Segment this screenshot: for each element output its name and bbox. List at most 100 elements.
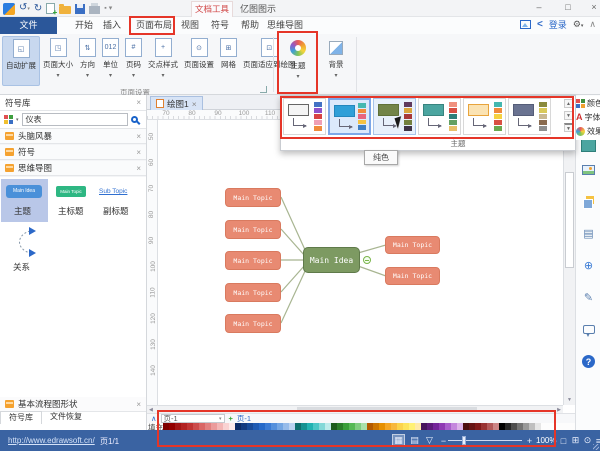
symbol-main-idea[interactable]: Main Idea	[6, 185, 42, 198]
mindmap-topic-node[interactable]: Main Topic	[225, 251, 281, 270]
close-icon[interactable]: ×	[136, 397, 141, 412]
theme-button[interactable]: 主题 ▾	[280, 36, 316, 94]
tab-符号[interactable]: 符号	[211, 17, 229, 34]
theme-thumbnail-4[interactable]	[418, 98, 461, 135]
close-button[interactable]: ×	[586, 0, 600, 15]
normal-view-icon[interactable]: ▦	[392, 434, 405, 447]
chevron-down-icon[interactable]: ▾	[16, 117, 19, 123]
filter-view-icon[interactable]: ▽	[423, 434, 436, 447]
undo-icon[interactable]: ↺▾	[19, 1, 30, 16]
close-icon[interactable]: ×	[136, 161, 141, 176]
minimize-button[interactable]: –	[531, 0, 547, 15]
tab-帮助[interactable]: 帮助	[241, 17, 259, 34]
vertical-scrollbar[interactable]: ▲ ▼	[563, 110, 575, 405]
scrollbar-thumb[interactable]	[297, 407, 477, 412]
close-icon[interactable]: ×	[136, 145, 141, 160]
mindmap-center-node[interactable]: Main Idea	[303, 247, 360, 273]
save-icon[interactable]	[75, 3, 86, 14]
tab-file[interactable]: 文件	[0, 17, 57, 34]
theme-thumbnail-3[interactable]	[373, 98, 416, 135]
ribbon-button-单位[interactable]: 012 单位 ▾	[99, 36, 122, 86]
symbol-main-topic[interactable]: Main Topic	[56, 186, 86, 197]
drawing-canvas[interactable]: Main Idea Main Topic Main Topic Main Topic…	[158, 120, 563, 405]
mindmap-topic-node[interactable]: Main Topic	[225, 314, 281, 333]
tab-file-recovery[interactable]: 文件恢复	[42, 411, 90, 424]
theme-thumbnail-1[interactable]	[283, 98, 326, 135]
horizontal-scrollbar[interactable]: ◀ ▶	[147, 405, 563, 413]
collapse-branch-icon[interactable]	[363, 256, 371, 264]
insert-picture-icon[interactable]	[580, 161, 597, 178]
zoom-slider-thumb[interactable]	[462, 436, 466, 445]
ribbon-button-交点样式[interactable]: + 交点样式 ▾	[145, 36, 181, 86]
gallery-down-icon[interactable]: ▼	[563, 111, 574, 120]
print-icon[interactable]	[89, 2, 101, 14]
globe-icon[interactable]: ⊕	[580, 257, 597, 274]
theme-thumbnail-6[interactable]	[508, 98, 551, 135]
edit-note-icon[interactable]: ✎	[580, 289, 597, 306]
library-grid-icon[interactable]	[4, 115, 13, 124]
symbol-sub-topic[interactable]: Sub Topic	[99, 188, 127, 195]
section-basic-flowchart[interactable]: 基本流程图形状 ×	[0, 397, 146, 412]
login-link[interactable]: 登录	[549, 18, 567, 31]
background-button[interactable]: 背景 ▾	[318, 36, 354, 94]
mindmap-topic-node[interactable]: Main Topic	[225, 220, 281, 239]
chevron-down-icon: ▾	[218, 416, 222, 422]
section-mindmap[interactable]: 思维导图 ×	[0, 161, 146, 176]
ribbon-button-页面大小[interactable]: ◳ 页面大小 ▾	[40, 36, 76, 86]
ribbon-button-页面设置[interactable]: ⊙ 页面设置	[181, 36, 217, 86]
page-selector[interactable]: 页-1 ▾	[160, 414, 225, 423]
colors-option[interactable]: 颜色▾	[576, 96, 600, 110]
layers-icon[interactable]	[580, 193, 597, 210]
search-icon[interactable]	[131, 116, 138, 123]
export-image-icon[interactable]	[519, 20, 531, 29]
gallery-up-icon[interactable]: ▲	[563, 99, 574, 108]
maximize-button[interactable]: □	[560, 0, 576, 15]
ribbon-button-网格[interactable]: ⊞ 网格	[217, 36, 240, 86]
dialog-launcher-icon[interactable]	[260, 86, 267, 93]
scrollbar-thumb[interactable]	[565, 172, 574, 268]
font-option[interactable]: A字体▾	[576, 110, 600, 124]
section-brainstorm[interactable]: 头脑风暴 ×	[0, 129, 146, 144]
resize-grip[interactable]	[593, 444, 599, 450]
collapse-ribbon-icon[interactable]: ∧	[589, 19, 596, 30]
effects-option[interactable]: 效果▾	[576, 124, 600, 138]
website-link[interactable]: http://www.edrawsoft.cn/	[8, 436, 95, 445]
gallery-more-icon[interactable]: ▼	[563, 123, 574, 132]
close-icon[interactable]: ×	[136, 129, 141, 144]
page-view-icon[interactable]: ▤	[408, 434, 421, 447]
document-list-icon[interactable]: ▤	[580, 225, 597, 242]
tab-开始[interactable]: 开始	[75, 17, 93, 34]
close-icon[interactable]: ×	[192, 99, 197, 109]
mindmap-topic-node[interactable]: Main Topic	[225, 188, 281, 207]
search-input[interactable]: 仪表	[21, 113, 128, 126]
tab-视图[interactable]: 视图	[181, 17, 199, 34]
document-tab[interactable]: 绘图1 ×	[150, 96, 203, 110]
tab-页面布局[interactable]: 页面布局	[136, 17, 172, 34]
mindmap-topic-node[interactable]: Main Topic	[225, 283, 281, 302]
redo-icon[interactable]: ↻	[34, 2, 42, 16]
tab-插入[interactable]: 插入	[103, 17, 121, 34]
add-page-button[interactable]: +	[229, 414, 233, 423]
ribbon-button-方向[interactable]: ⇅ 方向 ▾	[76, 36, 99, 86]
zoom-in-icon[interactable]: +	[523, 434, 536, 447]
mindmap-topic-node[interactable]: Main Topic	[385, 236, 440, 254]
ribbon-button-页码[interactable]: # 页码 ▾	[122, 36, 145, 86]
theme-thumbnail-5[interactable]	[463, 98, 506, 135]
tab-思维导图[interactable]: 思维导图	[267, 17, 303, 34]
open-file-icon[interactable]	[59, 4, 72, 14]
comment-icon[interactable]	[580, 321, 597, 338]
tab-symbol-library[interactable]: 符号库	[0, 411, 42, 424]
symbol-relation[interactable]	[10, 225, 40, 259]
close-icon[interactable]: ×	[136, 95, 141, 110]
section-symbols[interactable]: 符号 ×	[0, 145, 146, 160]
help-icon[interactable]: ?	[580, 353, 597, 370]
gear-icon[interactable]: ⚙▾	[573, 19, 584, 30]
mindmap-topic-node[interactable]: Main Topic	[385, 267, 440, 285]
theme-thumbnail-2[interactable]	[328, 98, 371, 135]
zoom-slider[interactable]	[448, 436, 522, 445]
new-document-icon[interactable]	[46, 3, 57, 17]
share-icon[interactable]: <	[537, 19, 543, 30]
more-commands-icon[interactable]: ▪ ▾	[104, 2, 112, 16]
scroll-down-icon[interactable]: ▼	[567, 397, 572, 403]
ribbon-button-自动扩展[interactable]: ◱ 自动扩展	[2, 36, 40, 86]
